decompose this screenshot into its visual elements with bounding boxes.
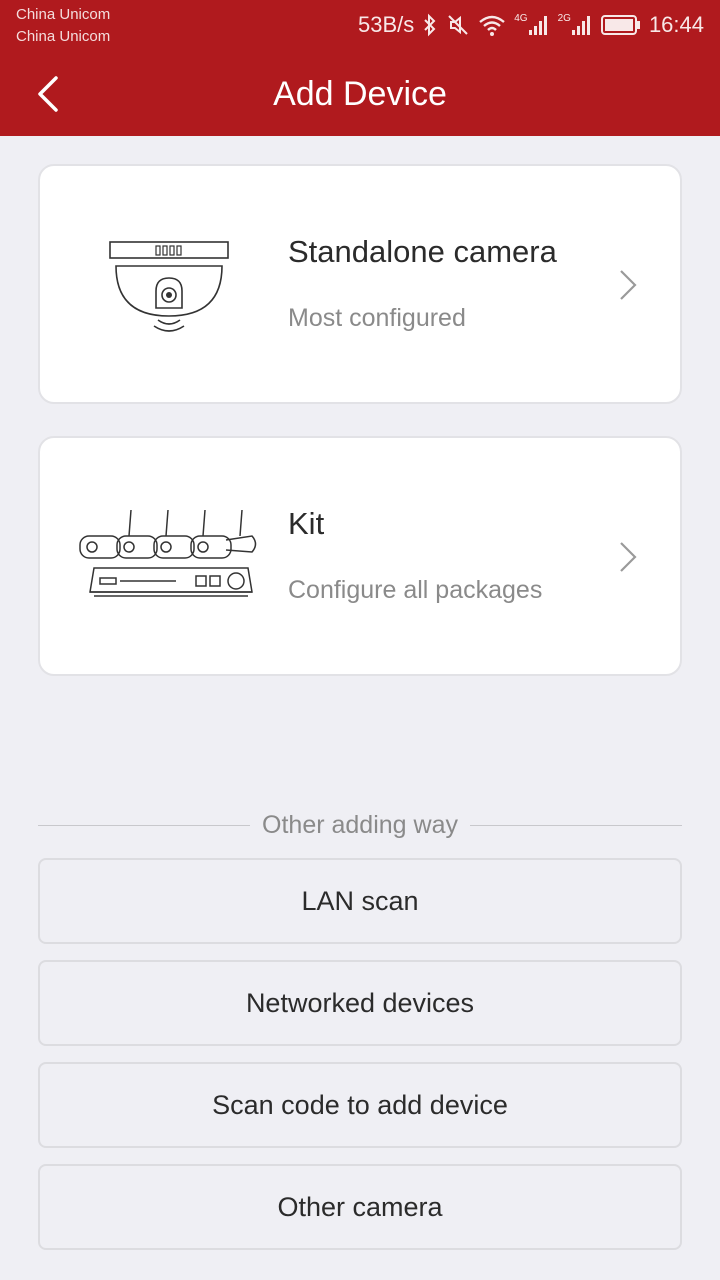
page-title: Add Device <box>273 75 447 113</box>
network-type-1: 4G <box>514 13 528 24</box>
card-subtitle: Most configured <box>288 304 466 332</box>
lan-scan-button[interactable]: LAN scan <box>38 858 682 944</box>
networked-devices-button[interactable]: Networked devices <box>38 960 682 1046</box>
status-bar: China Unicom China Unicom 53B/s 4G 2G 16… <box>0 0 720 52</box>
signal-icon: 4G <box>514 14 549 36</box>
card-title: Kit <box>288 506 325 541</box>
back-button[interactable] <box>22 68 74 120</box>
camera-kit-icon <box>76 488 266 628</box>
status-icons: 53B/s 4G 2G 16:44 <box>358 8 704 42</box>
kit-card[interactable]: Kit Configure all packages <box>38 436 682 676</box>
scan-code-button[interactable]: Scan code to add device <box>38 1062 682 1148</box>
battery-icon <box>600 14 641 36</box>
network-type-2: 2G <box>557 13 571 24</box>
dome-camera-icon <box>76 216 266 356</box>
bluetooth-icon <box>422 13 438 37</box>
other-ways-divider: Other adding way <box>38 806 683 844</box>
signal-icon: 2G <box>558 14 593 36</box>
chevron-right-icon <box>620 270 637 300</box>
standalone-camera-card[interactable]: Standalone camera Most configured <box>38 164 682 404</box>
mute-icon <box>446 13 470 37</box>
net-speed: 53B/s <box>357 12 415 37</box>
other-ways-heading: Other adding way <box>262 810 458 839</box>
carrier-1: China Unicom <box>16 6 111 23</box>
chevron-right-icon <box>620 542 637 572</box>
card-subtitle: Configure all packages <box>288 576 543 604</box>
divider-line <box>469 824 683 826</box>
header: Add Device <box>0 52 720 136</box>
other-camera-button[interactable]: Other camera <box>38 1164 682 1250</box>
carrier-info: China Unicom China Unicom <box>16 4 110 48</box>
chevron-left-icon <box>38 76 58 112</box>
card-title: Standalone camera <box>288 234 557 269</box>
clock: 16:44 <box>648 12 704 37</box>
carrier-2: China Unicom <box>16 28 111 45</box>
wifi-icon <box>478 13 506 37</box>
divider-line <box>38 824 251 826</box>
